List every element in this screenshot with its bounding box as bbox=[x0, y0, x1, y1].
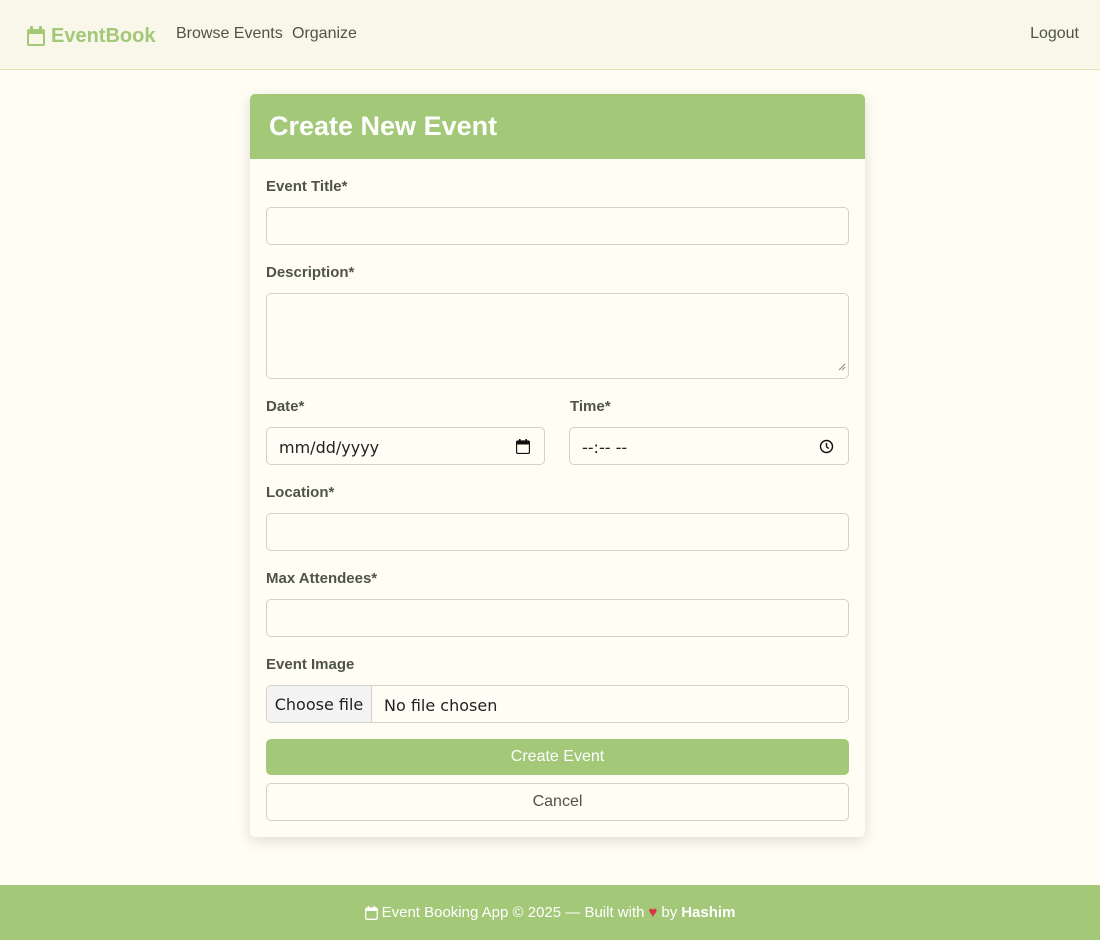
brand-link[interactable]: EventBook bbox=[27, 23, 155, 49]
event-title-label: Event Title* bbox=[266, 178, 348, 195]
max-attendees-label: Max Attendees* bbox=[266, 570, 378, 587]
calendar-icon bbox=[27, 26, 45, 46]
date-input[interactable]: mm/dd/yyyy bbox=[266, 427, 545, 465]
time-input[interactable]: --:-- -- bbox=[569, 427, 849, 465]
resize-grip-icon[interactable] bbox=[838, 358, 846, 376]
nav-browse-events[interactable]: Browse Events bbox=[176, 25, 283, 43]
footer: Event Booking App © 2025 — Built with ♥ … bbox=[0, 885, 1100, 940]
description-label: Description* bbox=[266, 264, 355, 281]
nav-organize[interactable]: Organize bbox=[292, 25, 357, 43]
time-label: Time* bbox=[570, 398, 611, 415]
location-input[interactable] bbox=[266, 513, 849, 551]
heart-icon: ♥ bbox=[648, 904, 658, 921]
date-label: Date* bbox=[266, 398, 305, 415]
logout-link[interactable]: Logout bbox=[1030, 25, 1079, 43]
description-textarea[interactable] bbox=[266, 293, 849, 379]
footer-text: Event Booking App © 2025 — Built with bbox=[381, 904, 645, 921]
event-image-file-input[interactable]: Choose file No file chosen bbox=[266, 685, 849, 723]
file-status: No file chosen bbox=[384, 696, 498, 715]
card-header: Create New Event bbox=[250, 94, 865, 159]
calendar-icon[interactable] bbox=[515, 439, 531, 459]
footer-author: Hashim bbox=[681, 904, 736, 921]
choose-file-button[interactable]: Choose file bbox=[267, 686, 372, 722]
page-title: Create New Event bbox=[269, 111, 498, 141]
location-label: Location* bbox=[266, 484, 335, 501]
navbar: EventBook Browse Events Organize Logout bbox=[0, 0, 1100, 70]
clock-icon[interactable] bbox=[819, 439, 834, 459]
cancel-button[interactable]: Cancel bbox=[266, 783, 849, 821]
brand-name: EventBook bbox=[51, 24, 156, 47]
event-title-input[interactable] bbox=[266, 207, 849, 245]
date-placeholder: mm/dd/yyyy bbox=[279, 438, 380, 457]
max-attendees-input[interactable] bbox=[266, 599, 849, 637]
create-event-card: Create New Event Event Title* Descriptio… bbox=[250, 94, 865, 837]
time-placeholder: --:-- -- bbox=[582, 438, 628, 457]
event-image-label: Event Image bbox=[266, 656, 355, 673]
footer-by: by bbox=[661, 904, 678, 921]
calendar-icon bbox=[364, 905, 378, 920]
create-event-button[interactable]: Create Event bbox=[266, 739, 849, 775]
